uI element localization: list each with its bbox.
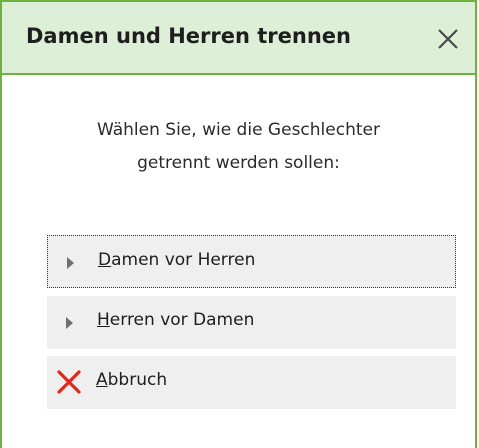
option-label: Abbruch <box>96 370 167 390</box>
triangle-right-icon <box>67 257 74 269</box>
close-icon[interactable] <box>433 24 463 54</box>
dialog-message: Wählen Sie, wie die Geschlechter getrenn… <box>2 114 475 180</box>
message-line-2: getrennt werden sollen: <box>137 153 340 173</box>
option-label-rest: bbruch <box>107 370 168 390</box>
message-line-1: Wählen Sie, wie die Geschlechter <box>97 120 380 140</box>
cancel-button[interactable]: Abbruch <box>47 356 456 409</box>
dialog-title: Damen und Herren trennen <box>26 24 351 48</box>
option-label: Damen vor Herren <box>98 250 255 270</box>
option-damen-vor-herren[interactable]: Damen vor Herren <box>47 235 456 288</box>
dialog-window: Damen und Herren trennen Wählen Sie, wie… <box>0 0 477 448</box>
option-label-rest: amen vor Herren <box>111 250 256 270</box>
dialog-titlebar: Damen und Herren trennen <box>2 2 475 75</box>
option-label: Herren vor Damen <box>97 310 254 330</box>
option-mnemonic: A <box>96 370 108 390</box>
option-mnemonic: D <box>98 250 112 270</box>
option-label-rest: erren vor Damen <box>109 310 255 330</box>
triangle-right-icon <box>66 317 73 329</box>
option-herren-vor-damen[interactable]: Herren vor Damen <box>47 296 456 349</box>
red-x-icon <box>56 369 82 395</box>
option-mnemonic: H <box>97 310 110 330</box>
